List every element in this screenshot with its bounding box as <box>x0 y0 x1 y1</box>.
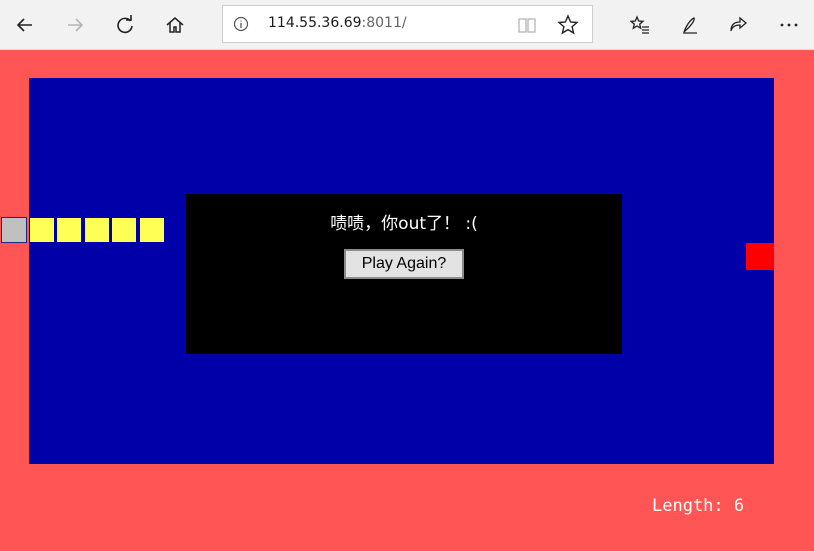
forward-icon[interactable] <box>59 9 91 41</box>
game-over-message: 啧啧，你out了！ :( <box>330 214 478 234</box>
home-icon[interactable] <box>159 9 191 41</box>
address-bar[interactable]: 114.55.36.69:8011/ <box>222 5 593 43</box>
length-counter: Length: 6 <box>652 496 745 516</box>
url-text[interactable]: 114.55.36.69:8011/ <box>268 15 407 31</box>
info-icon[interactable] <box>233 16 249 32</box>
snake-segment <box>139 217 165 243</box>
play-again-button[interactable]: Play Again? <box>344 249 464 279</box>
snake-segment <box>84 217 110 243</box>
share-icon[interactable] <box>722 9 754 41</box>
more-icon[interactable] <box>773 9 805 41</box>
refresh-icon[interactable] <box>109 9 141 41</box>
url-host: 114.55.36.69 <box>268 15 362 31</box>
food-block <box>746 243 774 270</box>
reading-view-icon[interactable] <box>517 15 537 35</box>
favorite-star-icon[interactable] <box>557 14 579 36</box>
snake-head <box>1 217 27 243</box>
favorites-list-icon[interactable] <box>624 9 656 41</box>
snake-segment <box>111 217 137 243</box>
pen-icon[interactable] <box>674 9 706 41</box>
browser-toolbar: 114.55.36.69:8011/ <box>0 0 814 50</box>
game-over-dialog: 啧啧，你out了！ :( Play Again? <box>186 194 622 354</box>
back-icon[interactable] <box>9 9 41 41</box>
snake-segment <box>29 217 55 243</box>
url-port: :8011/ <box>361 15 407 31</box>
snake-segment <box>56 217 82 243</box>
